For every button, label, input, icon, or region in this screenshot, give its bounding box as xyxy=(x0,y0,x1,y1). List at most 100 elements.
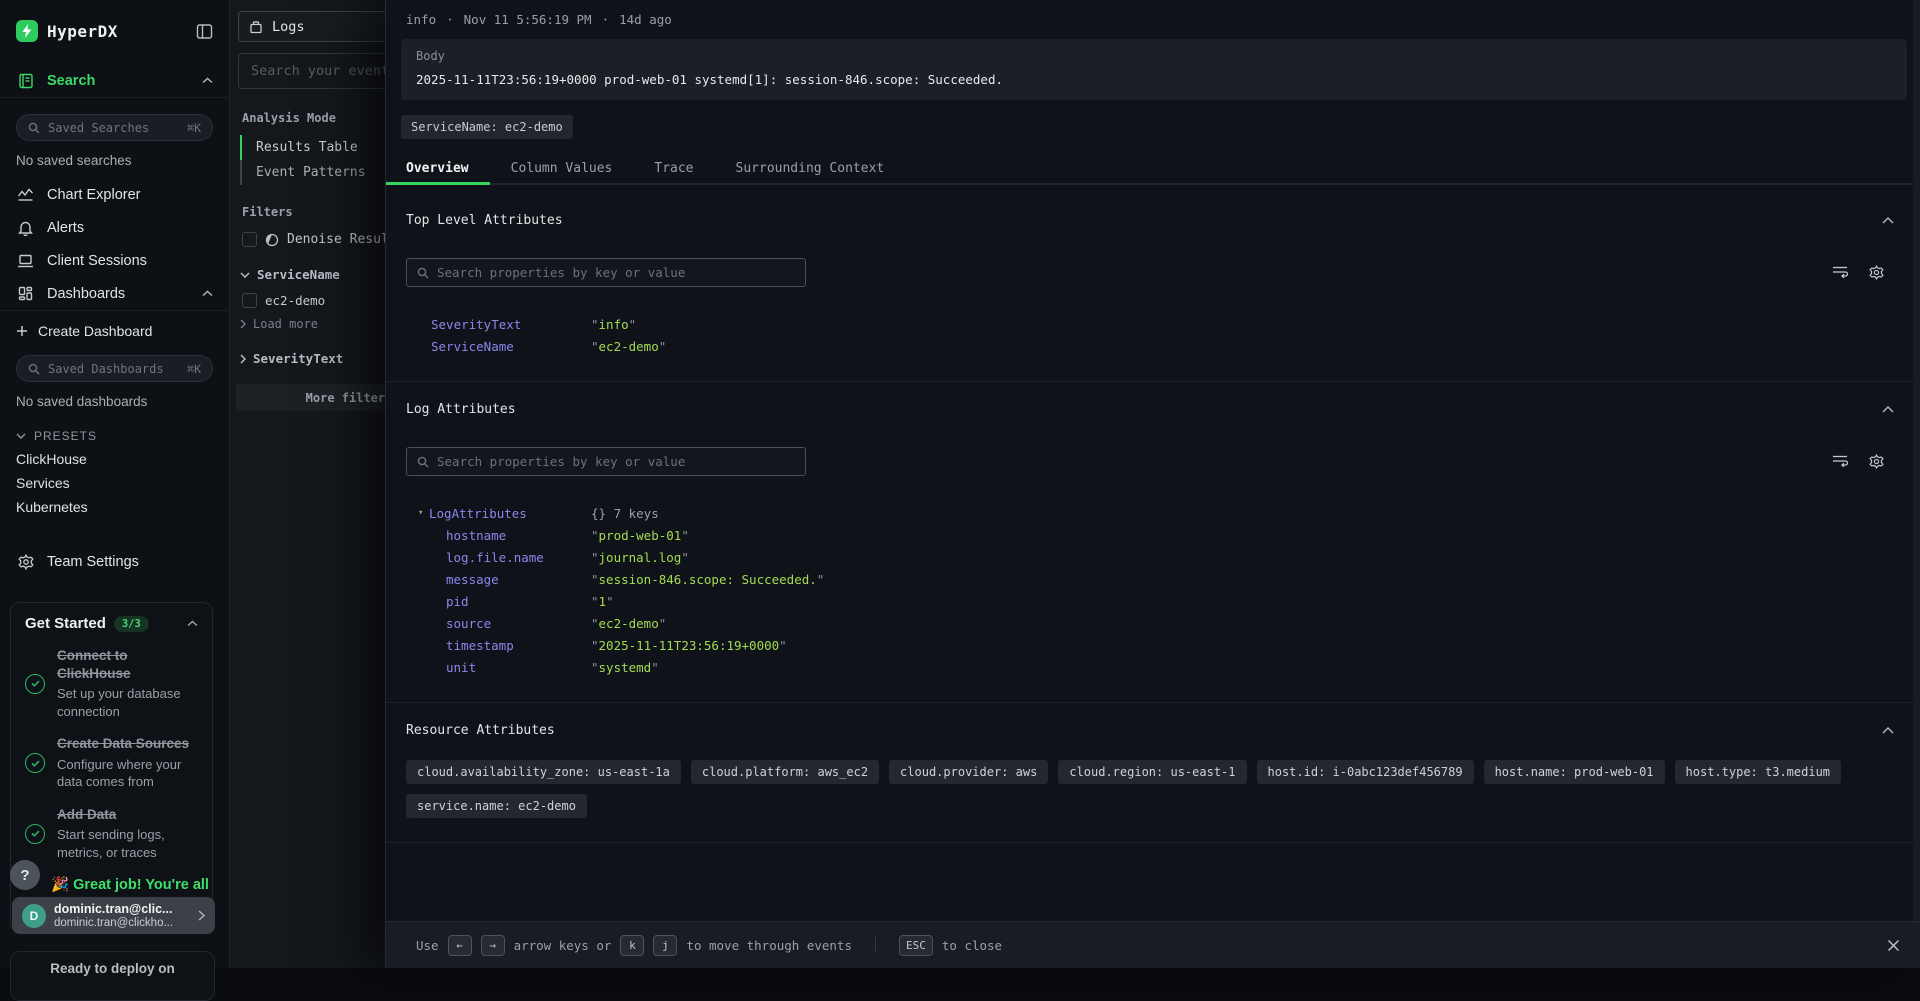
sidebar-item-alerts[interactable]: Alerts xyxy=(0,211,229,244)
attribute-key: message xyxy=(446,572,591,587)
preset-kubernetes[interactable]: Kubernetes xyxy=(0,495,229,519)
sidebar-item-team-settings[interactable]: Team Settings xyxy=(0,545,229,578)
tree-expand-icon: ▾ xyxy=(418,508,429,518)
property-search-input[interactable] xyxy=(437,265,795,280)
chevron-right-icon xyxy=(198,910,205,921)
sidebar-collapse-icon[interactable] xyxy=(196,23,213,40)
wrap-lines-icon[interactable] xyxy=(1832,265,1849,279)
attribute-key: unit xyxy=(446,660,591,675)
event-age: 14d ago xyxy=(619,12,672,27)
gear-icon[interactable] xyxy=(1869,265,1884,280)
deploy-note-text: Ready to deploy on xyxy=(50,961,175,1000)
source-label: Logs xyxy=(272,19,305,35)
preset-services[interactable]: Services xyxy=(0,471,229,495)
attribute-row: timestamp "2025-11-11T23:56:19+0000" xyxy=(406,634,1900,656)
gear-icon[interactable] xyxy=(1869,454,1884,469)
deploy-note-card[interactable]: Ready to deploy on xyxy=(10,951,215,1001)
progress-badge: 3/3 xyxy=(114,616,149,632)
sidebar-item-dashboards[interactable]: Dashboards xyxy=(0,277,229,310)
sidebar-item-label: Alerts xyxy=(47,220,84,236)
sidebar-item-client-sessions[interactable]: Client Sessions xyxy=(0,244,229,277)
attribute-row: unit "systemd" xyxy=(406,656,1900,678)
resource-chip[interactable]: cloud.platform: aws_ec2 xyxy=(691,760,879,784)
hint-text: Use xyxy=(416,938,439,953)
resource-chip[interactable]: host.type: t3.medium xyxy=(1675,760,1842,784)
resource-chip[interactable]: cloud.availability_zone: us-east-1a xyxy=(406,760,681,784)
search-icon xyxy=(28,122,40,134)
resource-chip[interactable]: service.name: ec2-demo xyxy=(406,794,587,818)
chevron-up-icon[interactable] xyxy=(1882,217,1894,224)
step-title: Connect to ClickHouse xyxy=(57,647,198,682)
close-icon[interactable] xyxy=(1887,939,1900,952)
attribute-value: systemd xyxy=(599,660,652,675)
resource-chip[interactable]: cloud.provider: aws xyxy=(889,760,1048,784)
section-divider xyxy=(386,842,1920,921)
section-resource-attributes: Resource Attributes cloud.availability_z… xyxy=(386,702,1920,842)
saved-dashboards-input[interactable]: Saved Dashboards ⌘K xyxy=(16,355,213,382)
create-dashboard-button[interactable]: Create Dashboard xyxy=(0,311,229,341)
wrap-lines-icon[interactable] xyxy=(1832,454,1849,468)
sidebar-item-search[interactable]: Search xyxy=(0,64,229,97)
search-icon xyxy=(28,363,40,375)
key-k: k xyxy=(620,935,644,956)
body-text: 2025-11-11T23:56:19+0000 prod-web-01 sys… xyxy=(416,72,1892,87)
resource-chip[interactable]: host.name: prod-web-01 xyxy=(1484,760,1665,784)
filter-group-label: ServiceName xyxy=(257,267,340,282)
chevron-down-icon xyxy=(240,272,250,278)
get-started-item[interactable]: Connect to ClickHouse Set up your databa… xyxy=(25,647,198,720)
get-started-item[interactable]: Create Data Sources Configure where your… xyxy=(25,735,198,791)
attribute-row: log.file.name "journal.log" xyxy=(406,546,1900,568)
chevron-up-icon[interactable] xyxy=(1882,727,1894,734)
get-started-card: Get Started 3/3 Connect to ClickHouse Se… xyxy=(10,602,213,933)
search-icon xyxy=(417,267,429,279)
user-account-chip[interactable]: D dominic.tran@clic... dominic.tran@clic… xyxy=(12,897,215,934)
attribute-tree-parent[interactable]: ▾ LogAttributes {} 7 keys xyxy=(406,502,1900,524)
sidebar-item-chart-explorer[interactable]: Chart Explorer xyxy=(0,178,229,211)
dot-separator: · xyxy=(602,12,610,27)
step-desc: Set up your database connection xyxy=(57,685,198,720)
chevron-up-icon[interactable] xyxy=(1882,406,1894,413)
tab-column-values[interactable]: Column Values xyxy=(490,153,634,183)
key-arrow-left: ← xyxy=(448,935,472,956)
section-log-attributes: Log Attributes ▾ LogAttributes xyxy=(386,381,1920,702)
attribute-key: hostname xyxy=(446,528,591,543)
property-search[interactable] xyxy=(406,258,806,287)
step-title: Create Data Sources xyxy=(57,735,198,753)
section-top-level-attributes: Top Level Attributes SeverityText xyxy=(386,193,1920,381)
section-title: Log Attributes xyxy=(406,402,516,417)
search-icon xyxy=(417,456,429,468)
resource-chip[interactable]: host.id: i-0abc123def456789 xyxy=(1257,760,1474,784)
get-started-item[interactable]: Add Data Start sending logs, metrics, or… xyxy=(25,806,198,862)
saved-searches-input[interactable]: Saved Searches ⌘K xyxy=(16,114,213,141)
service-checkbox[interactable] xyxy=(242,293,257,308)
attribute-value: journal.log xyxy=(599,550,682,565)
check-circle-icon xyxy=(25,674,45,694)
preset-clickhouse[interactable]: ClickHouse xyxy=(0,447,229,471)
done-message: 🎉 Great job! You're all xyxy=(51,876,198,893)
denoise-checkbox[interactable] xyxy=(242,232,257,247)
attribute-key: log.file.name xyxy=(446,550,591,565)
severity-badge: info xyxy=(406,12,436,27)
detail-tabs: Overview Column Values Trace Surrounding… xyxy=(386,153,1920,185)
laptop-icon xyxy=(16,254,35,268)
service-name-tag[interactable]: ServiceName: ec2-demo xyxy=(401,115,573,139)
property-search[interactable] xyxy=(406,447,806,476)
drawer-scrollbar[interactable] xyxy=(1913,0,1920,921)
key-arrow-right: → xyxy=(481,935,505,956)
property-search-input[interactable] xyxy=(437,454,795,469)
tab-overview[interactable]: Overview xyxy=(386,153,490,183)
saved-searches-placeholder: Saved Searches xyxy=(48,121,149,135)
help-button[interactable]: ? xyxy=(10,860,40,890)
plus-icon xyxy=(16,325,28,337)
attribute-row: ServiceName "ec2-demo" xyxy=(406,335,1900,357)
tab-trace[interactable]: Trace xyxy=(633,153,714,183)
keys-count: {} 7 keys xyxy=(591,506,659,521)
attribute-key: SeverityText xyxy=(431,317,591,332)
hyperdx-logo-icon xyxy=(16,20,38,42)
chevron-up-icon[interactable] xyxy=(187,620,198,627)
presets-toggle[interactable]: PRESETS xyxy=(0,415,229,447)
attribute-key: ServiceName xyxy=(431,339,591,354)
avatar: D xyxy=(22,904,46,928)
resource-chip[interactable]: cloud.region: us-east-1 xyxy=(1058,760,1246,784)
tab-surrounding-context[interactable]: Surrounding Context xyxy=(715,153,906,183)
